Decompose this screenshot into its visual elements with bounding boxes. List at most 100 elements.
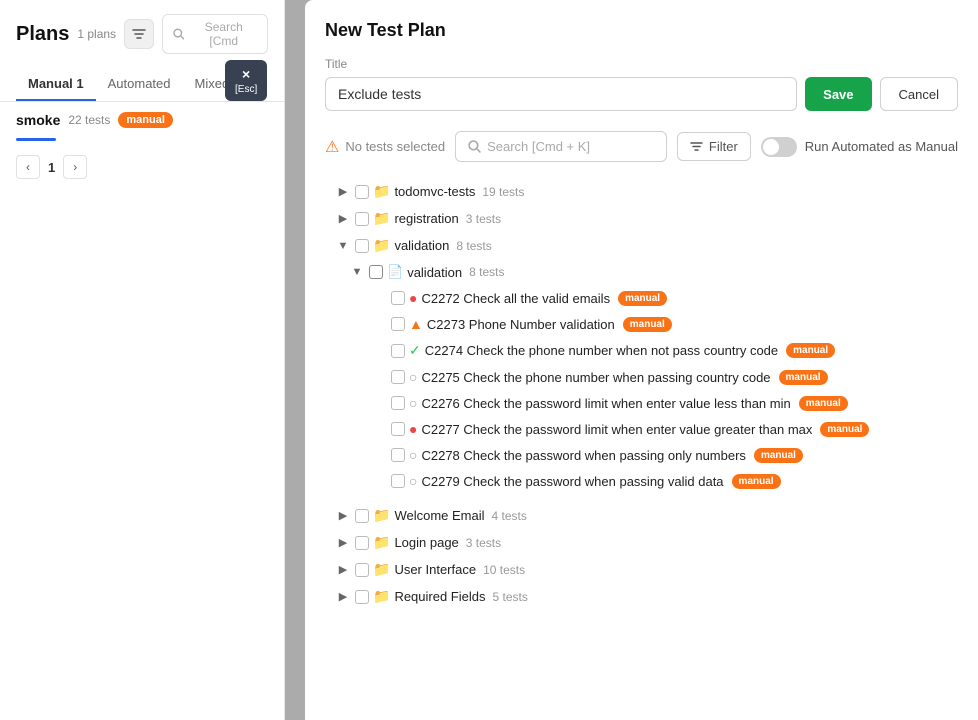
run-automated-toggle-row: Run Automated as Manual [761,137,958,157]
tag-c2276: manual [799,396,848,411]
checkbox-c2275[interactable] [391,370,405,384]
test-label-c2274: C2274 Check the phone number when not pa… [425,343,778,358]
chevron-required-fields[interactable]: ▶ [335,589,351,605]
status-icon-c2275: ○ [409,369,417,385]
pagination: ‹ 1 › [0,147,284,187]
status-icon-c2278: ○ [409,447,417,463]
folder-label-welcome-email: Welcome Email [394,508,484,523]
chevron-registration[interactable]: ▶ [335,211,351,227]
chevron-validation[interactable]: ▼ [335,238,351,254]
folder-icon-user-interface: 📁 [373,561,390,578]
chevron-login-page[interactable]: ▶ [335,535,351,551]
esc-popup[interactable]: × [Esc] [225,60,267,101]
tab-automated[interactable]: Automated [96,68,183,101]
chevron-user-interface[interactable]: ▶ [335,562,351,578]
title-input[interactable] [325,77,797,111]
save-button[interactable]: Save [805,77,871,111]
test-row-c2279: ○ C2279 Check the password when passing … [325,468,958,494]
test-row-c2274: ✓ C2274 Check the phone number when not … [325,337,958,364]
checkbox-c2273[interactable] [391,317,405,331]
filter-button[interactable] [124,19,154,49]
folder-icon-registration: 📁 [373,210,390,227]
folder-required-fields[interactable]: ▶ 📁 Required Fields 5 tests [325,583,958,610]
run-automated-toggle[interactable] [761,137,797,157]
folder-count-welcome-email: 4 tests [492,509,527,523]
file-validation[interactable]: ▼ 📄 validation 8 tests [325,259,958,285]
checkbox-welcome-email[interactable] [355,509,369,523]
folder-user-interface[interactable]: ▶ 📁 User Interface 10 tests [325,556,958,583]
cancel-button[interactable]: Cancel [880,77,958,111]
test-tree: ▶ 📁 todomvc-tests 19 tests ▶ 📁 registrat… [325,178,958,610]
folder-count-login-page: 3 tests [466,536,501,550]
checkbox-required-fields[interactable] [355,590,369,604]
checkbox-c2276[interactable] [391,396,405,410]
filter-row: ⚠ No tests selected Search [Cmd + K] Fil… [325,131,958,162]
tag-c2272: manual [618,291,667,306]
esc-label: [Esc] [235,84,257,95]
search-icon-modal [468,140,481,153]
chevron-welcome-email[interactable]: ▶ [335,508,351,524]
test-label-c2275: C2275 Check the phone number when passin… [421,370,770,385]
status-icon-c2279: ○ [409,473,417,489]
folder-validation[interactable]: ▼ 📁 validation 8 tests [325,232,958,259]
tab-manual[interactable]: Manual 1 [16,68,96,101]
folder-label-validation: validation [394,238,449,253]
tag-c2279: manual [732,474,781,489]
search-icon [173,28,184,40]
folder-count-required-fields: 5 tests [492,590,527,604]
checkbox-c2279[interactable] [391,474,405,488]
folder-label-todomvc: todomvc-tests [394,184,475,199]
status-icon-c2274: ✓ [409,342,421,359]
checkbox-login-page[interactable] [355,536,369,550]
title-row: Save Cancel [325,77,958,111]
status-icon-c2272: ● [409,290,417,306]
folder-count-validation: 8 tests [456,239,491,253]
checkbox-user-interface[interactable] [355,563,369,577]
checkbox-validation-file[interactable] [369,265,383,279]
smoke-label: smoke [16,112,60,128]
filter-icon-modal [690,140,703,153]
folder-todomvc[interactable]: ▶ 📁 todomvc-tests 19 tests [325,178,958,205]
test-row-c2277: ● C2277 Check the password limit when en… [325,416,958,442]
test-row-c2275: ○ C2275 Check the phone number when pass… [325,364,958,390]
folder-label-required-fields: Required Fields [394,589,485,604]
folder-count-todomvc: 19 tests [482,185,524,199]
plans-count: 1 plans [77,27,116,41]
checkbox-c2278[interactable] [391,448,405,462]
plans-title: Plans [16,23,69,46]
folder-login-page[interactable]: ▶ 📁 Login page 3 tests [325,529,958,556]
folder-icon-validation: 📁 [373,237,390,254]
test-label-c2279: C2279 Check the password when passing va… [421,474,723,489]
checkbox-c2272[interactable] [391,291,405,305]
checkbox-validation[interactable] [355,239,369,253]
modal: New Test Plan Title Save Cancel ⚠ No tes… [305,0,978,720]
folder-label-registration: registration [394,211,458,226]
modal-title: New Test Plan [325,20,958,41]
tag-c2278: manual [754,448,803,463]
smoke-progress-bar [16,138,56,141]
status-icon-c2276: ○ [409,395,417,411]
smoke-row[interactable]: smoke 22 tests manual [0,102,284,138]
tag-c2274: manual [786,343,835,358]
checkbox-c2277[interactable] [391,422,405,436]
prev-page-button[interactable]: ‹ [16,155,40,179]
test-search-input[interactable]: Search [Cmd + K] [455,131,667,162]
status-icon-c2277: ● [409,421,417,437]
folder-registration[interactable]: ▶ 📁 registration 3 tests [325,205,958,232]
chevron-todomvc[interactable]: ▶ [335,184,351,200]
checkbox-registration[interactable] [355,212,369,226]
left-panel: Plans 1 plans Search [Cmd Manual 1 Autom… [0,0,285,720]
chevron-validation-file[interactable]: ▼ [349,264,365,280]
smoke-tag: manual [118,112,173,128]
status-icon-c2273: ▲ [409,316,423,332]
filter-pill-button[interactable]: Filter [677,132,751,161]
folder-welcome-email[interactable]: ▶ 📁 Welcome Email 4 tests [325,502,958,529]
tag-c2273: manual [623,317,672,332]
warning-icon: ⚠ [325,137,339,157]
no-tests-warning: ⚠ No tests selected [325,137,445,157]
test-label-c2276: C2276 Check the password limit when ente… [421,396,790,411]
search-button[interactable]: Search [Cmd [162,14,268,54]
checkbox-c2274[interactable] [391,344,405,358]
checkbox-todomvc[interactable] [355,185,369,199]
next-page-button[interactable]: › [63,155,87,179]
